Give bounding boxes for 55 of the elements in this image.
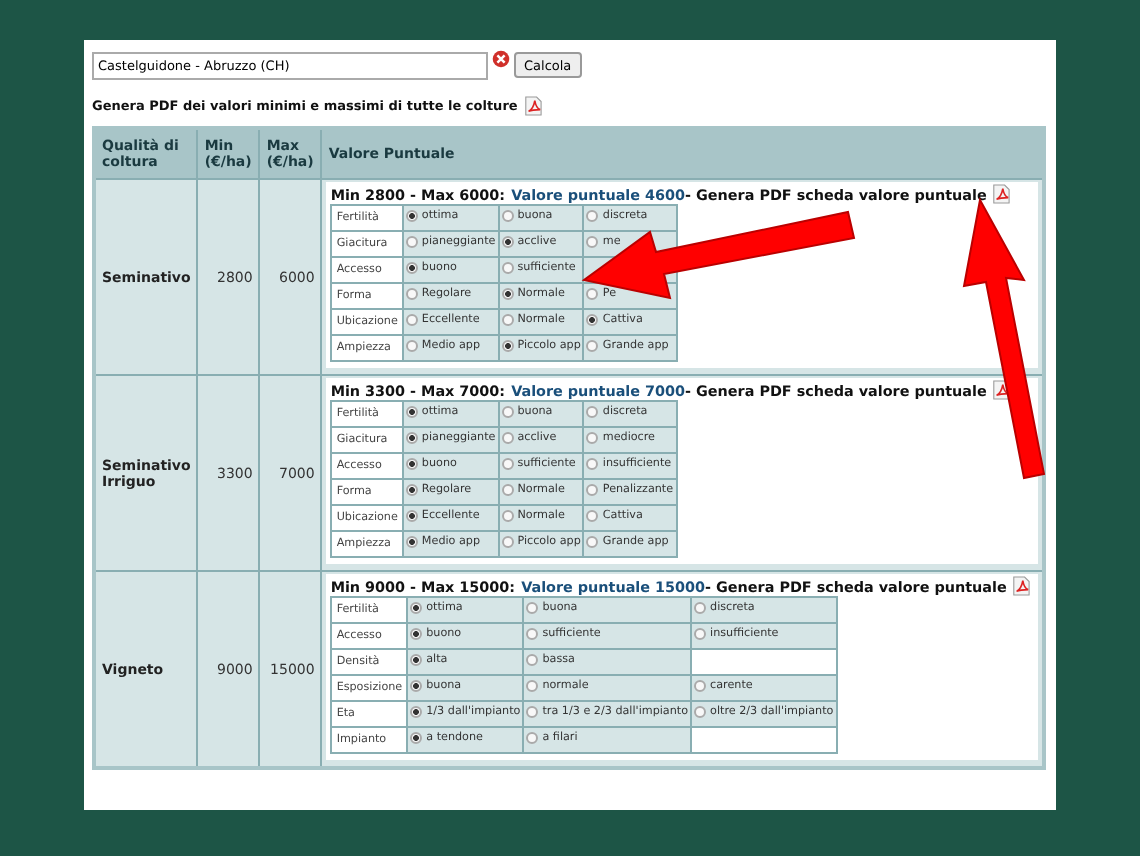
radio-button[interactable] [405,314,418,326]
radio-button[interactable] [586,210,599,222]
radio-button[interactable] [501,236,514,248]
radio-button[interactable] [405,340,418,352]
radio-button[interactable] [410,680,423,692]
radio-button[interactable] [410,602,423,614]
radio-button[interactable] [501,262,514,274]
radio-button[interactable] [501,458,514,470]
radio-button[interactable] [501,288,514,300]
radio-button[interactable] [410,732,423,744]
radio-button[interactable] [405,262,418,274]
radio-button[interactable] [694,602,707,614]
radio-button[interactable] [586,406,599,418]
radio-button[interactable] [405,432,418,444]
radio-button[interactable] [405,236,418,248]
radio-button[interactable] [501,340,514,352]
radio-button[interactable] [405,510,418,522]
radio-button[interactable] [501,510,514,522]
radio-button[interactable] [501,432,514,444]
pdf-icon[interactable] [992,184,1011,204]
radio-button[interactable] [586,458,599,470]
pdf-icon[interactable] [1012,576,1031,596]
radio-button[interactable] [405,406,418,418]
radio-button[interactable] [501,536,514,548]
radio-button[interactable] [501,484,514,496]
radio-button[interactable] [526,628,539,640]
radio-button[interactable] [501,314,514,326]
radio-button[interactable] [586,510,599,522]
radio-button[interactable] [526,706,539,718]
radio-button[interactable] [405,210,418,222]
radio-button[interactable] [526,602,539,614]
radio-button[interactable] [586,314,599,326]
radio-button[interactable] [586,432,599,444]
radio-button[interactable] [586,288,599,300]
radio-button[interactable] [405,458,418,470]
radio-button[interactable] [586,484,599,496]
radio-button[interactable] [586,236,599,248]
radio-button[interactable] [586,340,599,352]
radio-button[interactable] [586,536,599,548]
clear-icon[interactable] [492,50,510,68]
pdf-icon[interactable] [523,95,542,115]
radio-button[interactable] [526,680,539,692]
radio-button[interactable] [405,536,418,548]
radio-button[interactable] [694,680,707,692]
radio-button[interactable] [694,706,707,718]
radio-button[interactable] [694,628,707,640]
radio-button[interactable] [410,654,423,666]
radio-button[interactable] [501,210,514,222]
radio-button[interactable] [501,406,514,418]
radio-button[interactable] [526,654,539,666]
radio-button[interactable] [405,288,418,300]
radio-button[interactable] [405,484,418,496]
radio-button[interactable] [410,628,423,640]
radio-button[interactable] [410,706,423,718]
radio-button[interactable] [526,732,539,744]
